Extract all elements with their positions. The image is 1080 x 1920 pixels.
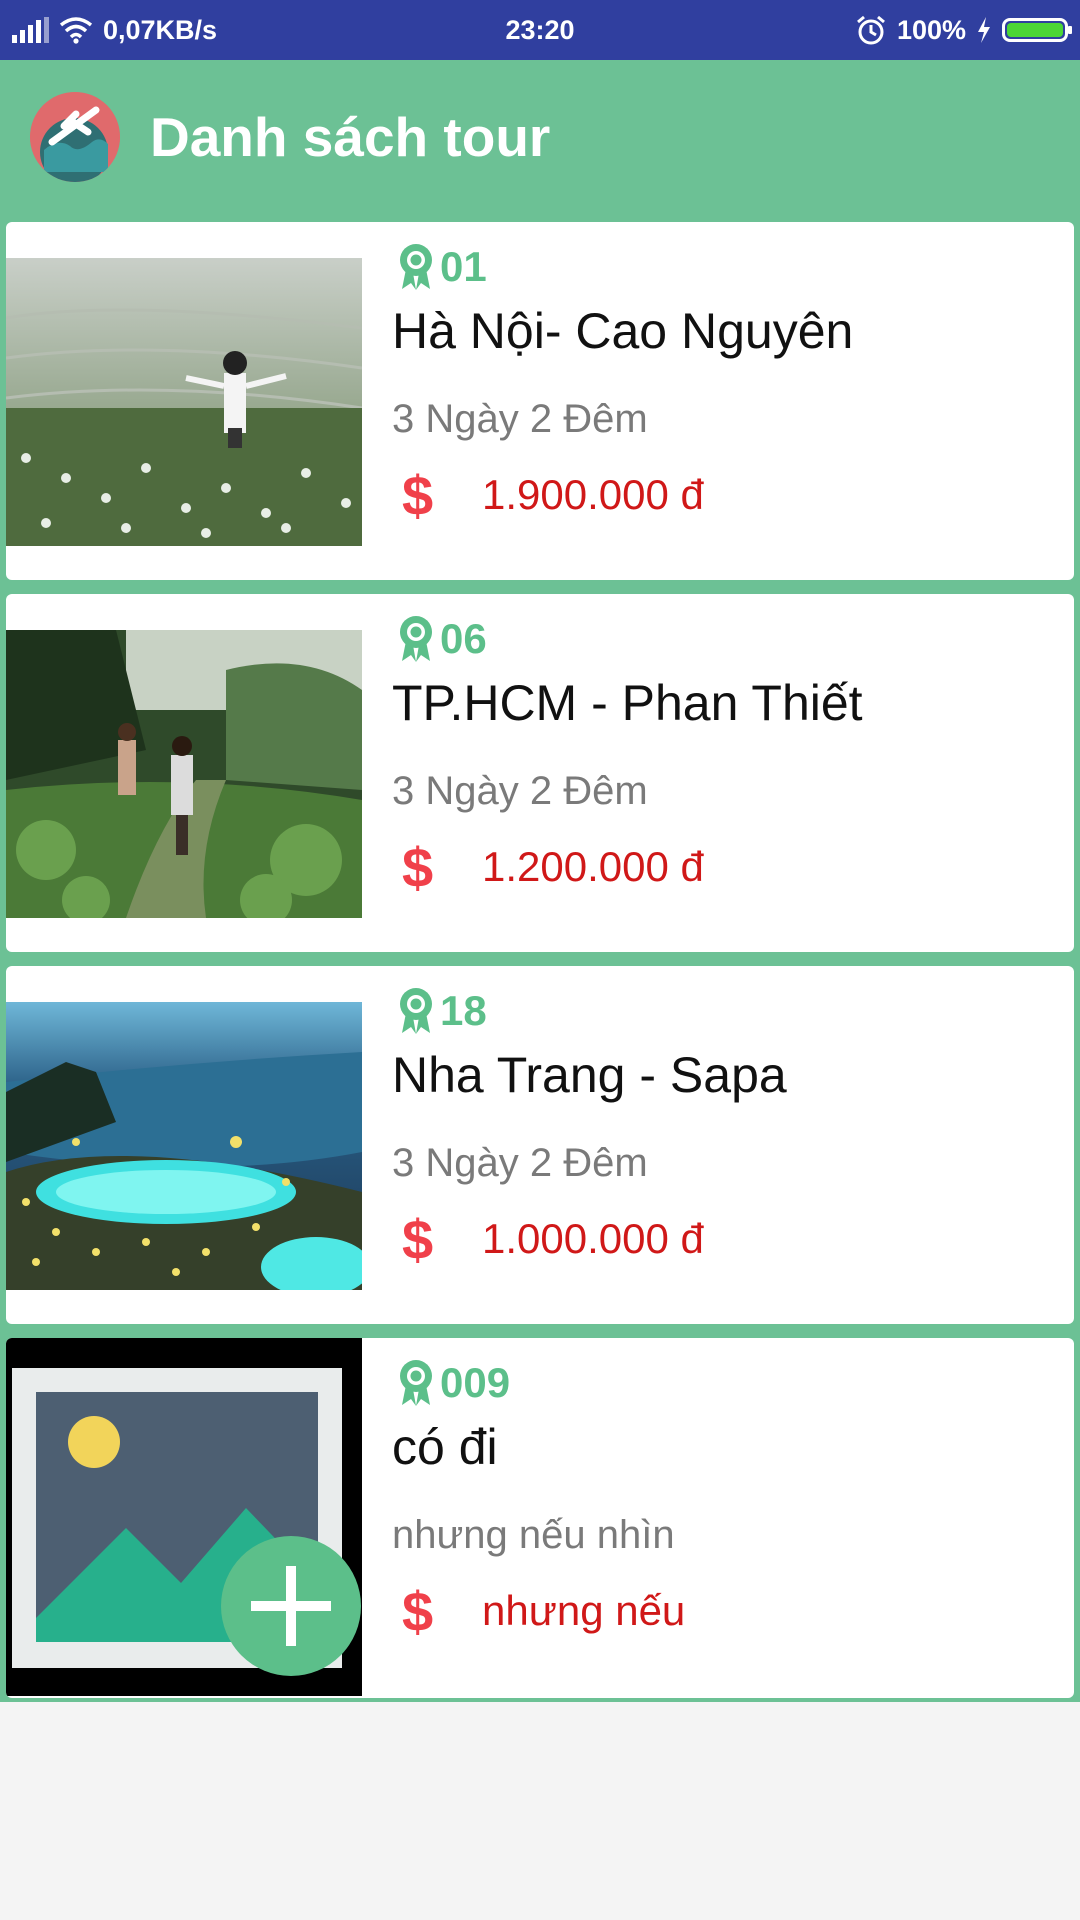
tour-name: Hà Nội- Cao Nguyên <box>392 303 854 359</box>
add-image-placeholder <box>6 1338 362 1696</box>
tour-name: Nha Trang - Sapa <box>392 1047 787 1103</box>
app-bar: Danh sách tour <box>0 60 1080 214</box>
tour-code: 009 <box>440 1359 511 1406</box>
alarm-icon <box>856 15 885 45</box>
dollar-icon: $ <box>402 1579 434 1643</box>
empty-area <box>0 1702 1080 1920</box>
battery-icon <box>1002 18 1072 42</box>
tour-price: 1.900.000 đ <box>482 471 704 518</box>
tour-list[interactable]: 01 Hà Nội- Cao Nguyên 3 Ngày 2 Đêm $ 1.9… <box>0 214 1080 1702</box>
forest-path-photo <box>6 630 362 918</box>
tour-price: nhưng nếu <box>482 1587 686 1634</box>
award-icon <box>400 1360 432 1406</box>
dollar-icon: $ <box>402 463 434 527</box>
tour-duration: nhưng nếu nhìn <box>392 1513 675 1557</box>
tour-duration: 3 Ngày 2 Đêm <box>392 397 648 441</box>
tour-code: 18 <box>440 987 487 1034</box>
tour-duration: 3 Ngày 2 Đêm <box>392 1141 648 1185</box>
tour-card[interactable]: 01 Hà Nội- Cao Nguyên 3 Ngày 2 Đêm $ 1.9… <box>6 222 1074 580</box>
battery-percent: 100% <box>896 14 966 45</box>
dollar-icon: $ <box>402 1207 434 1271</box>
tour-card[interactable]: 009 có đi nhưng nếu nhìn $ nhưng nếu <box>6 1338 1074 1698</box>
tour-card[interactable]: 06 TP.HCM - Phan Thiết 3 Ngày 2 Đêm $ 1.… <box>6 594 1074 952</box>
award-icon <box>400 988 432 1034</box>
tour-duration: 3 Ngày 2 Đêm <box>392 769 648 813</box>
tour-card[interactable]: 18 Nha Trang - Sapa 3 Ngày 2 Đêm $ 1.000… <box>6 966 1074 1324</box>
dollar-icon: $ <box>402 835 434 899</box>
tour-code: 01 <box>440 243 487 290</box>
page-title: Danh sách tour <box>150 106 551 168</box>
award-icon <box>400 244 432 290</box>
award-icon <box>400 616 432 662</box>
status-bar: 0,07KB/s 23:20 100% <box>0 0 1080 60</box>
globe-airplane-logo <box>30 92 120 182</box>
tour-price: 1.200.000 đ <box>482 843 704 890</box>
tour-name: TP.HCM - Phan Thiết <box>392 675 863 731</box>
tour-name: có đi <box>392 1419 498 1475</box>
tour-price: 1.000.000 đ <box>482 1215 704 1262</box>
resort-pool-photo <box>6 1002 362 1290</box>
tea-hill-photo <box>6 258 362 546</box>
charging-icon <box>978 17 990 43</box>
tour-code: 06 <box>440 615 487 662</box>
